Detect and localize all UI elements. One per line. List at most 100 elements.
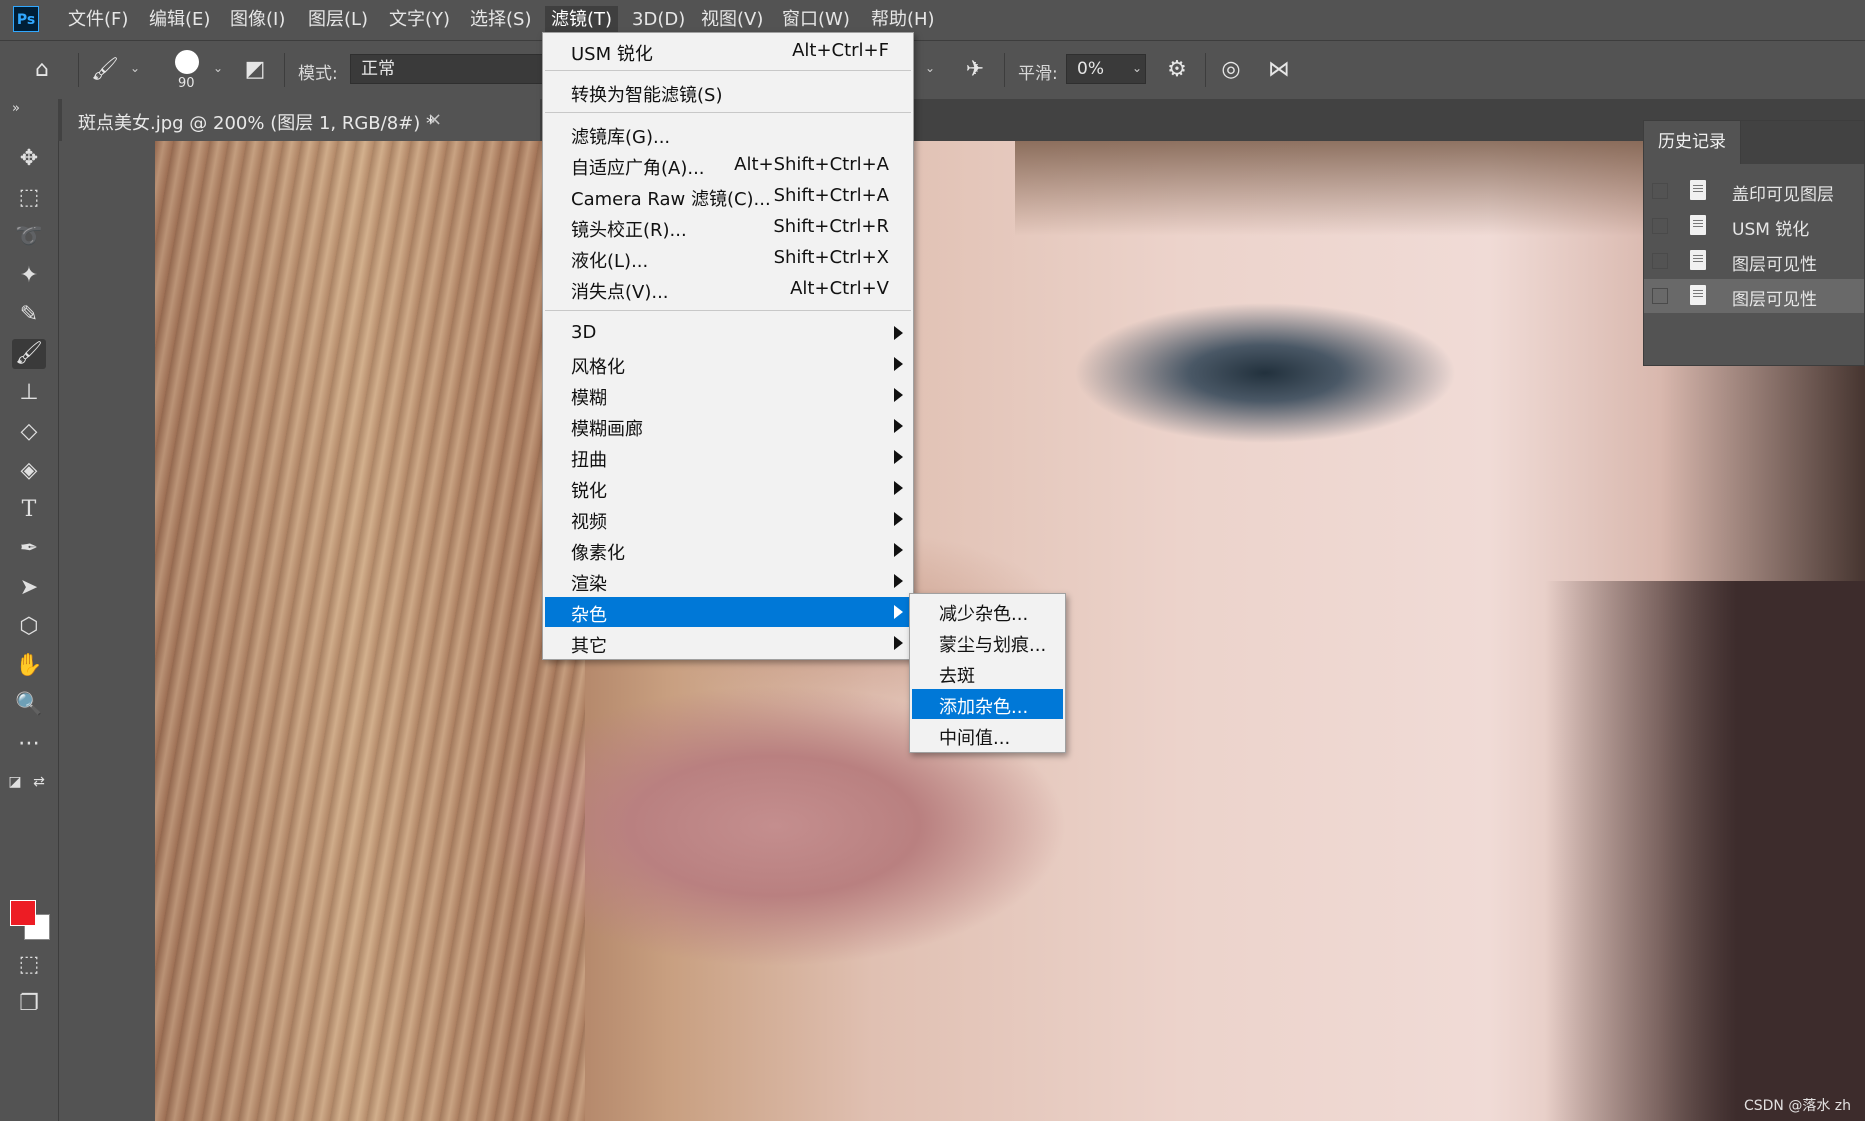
marquee-tool-icon[interactable]: ⬚ <box>12 183 46 213</box>
brush-size-label: 90 <box>178 76 195 91</box>
snapshot-source-checkbox[interactable] <box>1652 218 1668 234</box>
expand-panel-icon[interactable]: » <box>6 102 26 116</box>
menu-item-convert-smart-filter[interactable]: 转换为智能滤镜(S) <box>545 77 911 107</box>
more-tools-icon[interactable]: ⋯ <box>12 729 46 759</box>
pressure-angle-icon[interactable]: ◎ <box>1216 55 1246 85</box>
hand-tool-icon[interactable]: ✋ <box>12 651 46 681</box>
menu-item-distort[interactable]: 扭曲 <box>545 442 911 472</box>
photoshop-logo: Ps <box>13 6 39 32</box>
menu-window[interactable]: 窗口(W) <box>776 6 856 34</box>
document-tab[interactable]: 斑点美女.jpg @ 200% (图层 1, RGB/8#) * × <box>62 99 540 141</box>
menu-item-label: 杂色 <box>571 605 607 626</box>
menu-item-reduce-noise[interactable]: 减少杂色... <box>912 596 1063 626</box>
menu-item-usm-sharpen[interactable]: USM 锐化 Alt+Ctrl+F <box>545 36 911 66</box>
menu-view[interactable]: 视图(V) <box>695 6 769 34</box>
stamp-tool-icon[interactable]: ⊥ <box>12 378 46 408</box>
submenu-arrow-icon <box>894 512 903 526</box>
menu-item-3d[interactable]: 3D <box>545 318 911 348</box>
submenu-arrow-icon <box>894 419 903 433</box>
tools-panel: » ✥ ⬚ ➰ ✦ ✎ 🖌 ⊥ ◇ ◈ T ✒ ➤ ⬡ ✋ 🔍 ⋯ ◪ ⇄ ⬚ … <box>0 99 59 1121</box>
document-tab-bar: 斑点美女.jpg @ 200% (图层 1, RGB/8#) * × <box>58 99 1865 141</box>
menu-item-dust-scratches[interactable]: 蒙尘与划痕... <box>912 627 1063 657</box>
snapshot-source-checkbox[interactable] <box>1652 288 1668 304</box>
menu-item-label: 3D <box>571 322 597 343</box>
menu-filter[interactable]: 滤镜(T) <box>545 6 619 34</box>
menu-separator <box>545 112 911 113</box>
zoom-tool-icon[interactable]: 🔍 <box>12 690 46 720</box>
menu-item-blur[interactable]: 模糊 <box>545 380 911 410</box>
menu-layer[interactable]: 图层(L) <box>302 6 374 34</box>
menu-item-pixelate[interactable]: 像素化 <box>545 535 911 565</box>
foreground-color-swatch[interactable] <box>10 900 36 926</box>
type-tool-icon[interactable]: T <box>12 495 46 525</box>
chevron-down-icon[interactable]: ⌄ <box>130 61 140 75</box>
eyedropper-tool-icon[interactable]: ✎ <box>12 300 46 330</box>
menu-select[interactable]: 选择(S) <box>464 6 537 34</box>
menu-image[interactable]: 图像(I) <box>224 6 291 34</box>
airbrush-icon[interactable]: ✈ <box>960 55 990 85</box>
menu-item-blur-gallery[interactable]: 模糊画廊 <box>545 411 911 441</box>
history-item[interactable]: 图层可见性 <box>1644 244 1864 278</box>
paint-bucket-tool-icon[interactable]: ◈ <box>12 456 46 486</box>
options-bar: ⌂ 🖌 ⌄ ⌄ ◩ 模式: 正常 ⌄ ✈ 平滑: 0% ⌄ ⚙ ◎ ⋈ <box>0 40 1865 100</box>
symmetry-butterfly-icon[interactable]: ⋈ <box>1264 55 1294 85</box>
tab-history[interactable]: 历史记录 <box>1644 121 1741 164</box>
canvas-dark-region <box>1545 581 1865 1121</box>
gear-icon[interactable]: ⚙ <box>1162 55 1192 85</box>
mode-select[interactable]: 正常 <box>350 54 550 84</box>
menu-item-median[interactable]: 中间值... <box>912 720 1063 750</box>
menu-item-render[interactable]: 渲染 <box>545 566 911 596</box>
menu-edit[interactable]: 编辑(E) <box>143 6 216 34</box>
chevron-down-icon[interactable]: ⌄ <box>1132 61 1142 75</box>
magic-wand-tool-icon[interactable]: ✦ <box>12 261 46 291</box>
quick-mask-icon[interactable]: ⬚ <box>12 950 46 980</box>
submenu-arrow-icon <box>894 636 903 650</box>
screen-mode-icon[interactable]: ❐ <box>12 989 46 1019</box>
snapshot-source-checkbox[interactable] <box>1652 183 1668 199</box>
menu-item-add-noise[interactable]: 添加杂色... <box>912 689 1063 719</box>
menu-item-noise[interactable]: 杂色 <box>545 597 911 627</box>
menu-item-vanishing-point[interactable]: 消失点(V)... Alt+Ctrl+V <box>545 274 911 304</box>
menu-item-lens-correction[interactable]: 镜头校正(R)... Shift+Ctrl+R <box>545 212 911 242</box>
history-item[interactable]: USM 锐化 <box>1644 209 1864 243</box>
menu-file[interactable]: 文件(F) <box>62 6 134 34</box>
shape-tool-icon[interactable]: ⬡ <box>12 612 46 642</box>
menu-item-sharpen[interactable]: 锐化 <box>545 473 911 503</box>
chevron-down-icon[interactable]: ⌄ <box>213 61 223 75</box>
history-item[interactable]: 图层可见性 <box>1644 279 1864 313</box>
lasso-tool-icon[interactable]: ➰ <box>12 222 46 252</box>
close-icon[interactable]: × <box>427 109 442 130</box>
default-colors-icon[interactable]: ◪ <box>6 767 24 797</box>
move-tool-icon[interactable]: ✥ <box>12 144 46 174</box>
snapshot-source-checkbox[interactable] <box>1652 253 1668 269</box>
menu-item-label: 添加杂色... <box>939 697 1029 718</box>
menu-item-despeckle[interactable]: 去斑 <box>912 658 1063 688</box>
menu-item-liquify[interactable]: 液化(L)... Shift+Ctrl+X <box>545 243 911 273</box>
pen-tool-icon[interactable]: ✒ <box>12 534 46 564</box>
menu-item-other[interactable]: 其它 <box>545 628 911 658</box>
menu-item-filter-gallery[interactable]: 滤镜库(G)... <box>545 119 911 149</box>
swap-colors-icon[interactable]: ⇄ <box>30 767 48 797</box>
menu-3d[interactable]: 3D(D) <box>626 6 691 34</box>
brush-settings-icon[interactable]: ◩ <box>240 55 270 85</box>
menu-item-adaptive-wide-angle[interactable]: 自适应广角(A)... Alt+Shift+Ctrl+A <box>545 150 911 180</box>
chevron-down-icon[interactable]: ⌄ <box>925 61 935 75</box>
menu-item-label: Camera Raw 滤镜(C)... <box>571 189 771 210</box>
menu-help[interactable]: 帮助(H) <box>865 6 941 34</box>
menu-item-camera-raw[interactable]: Camera Raw 滤镜(C)... Shift+Ctrl+A <box>545 181 911 211</box>
menu-item-shortcut: Shift+Ctrl+A <box>773 185 889 206</box>
document-icon <box>1690 215 1706 235</box>
brush-preview[interactable] <box>175 50 199 74</box>
home-icon[interactable]: ⌂ <box>27 55 57 85</box>
menu-item-stylize[interactable]: 风格化 <box>545 349 911 379</box>
menu-item-video[interactable]: 视频 <box>545 504 911 534</box>
menu-bar: Ps 文件(F) 编辑(E) 图像(I) 图层(L) 文字(Y) 选择(S) 滤… <box>0 0 1865 40</box>
submenu-arrow-icon <box>894 574 903 588</box>
history-item[interactable]: 盖印可见图层 <box>1644 174 1864 208</box>
brush-tool-icon[interactable]: 🖌 <box>12 339 46 369</box>
menu-type[interactable]: 文字(Y) <box>383 6 456 34</box>
canvas-hair-region <box>155 141 585 1121</box>
eraser-tool-icon[interactable]: ◇ <box>12 417 46 447</box>
brush-preset-icon[interactable]: 🖌 <box>90 55 120 85</box>
path-selection-tool-icon[interactable]: ➤ <box>12 573 46 603</box>
